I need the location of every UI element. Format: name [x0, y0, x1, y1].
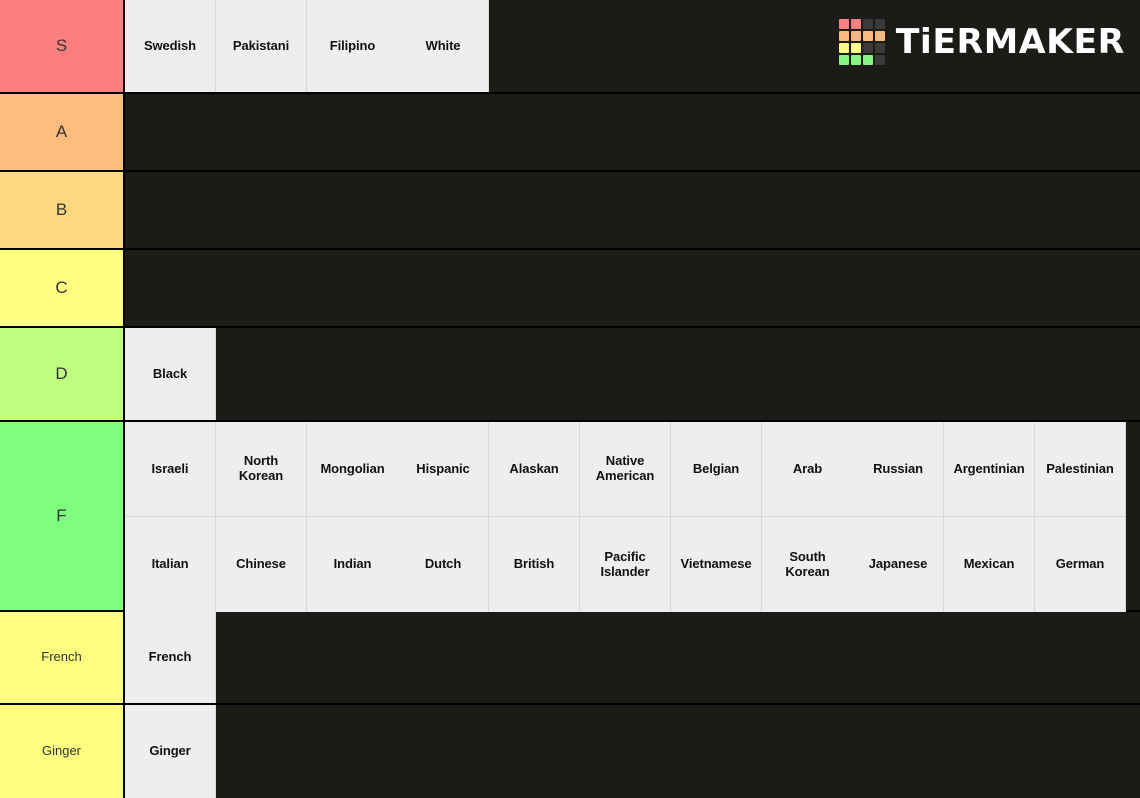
tier-list-board: S Swedish Pakistani Filipino White A B C… [0, 0, 1140, 798]
tier-items-f-line2: Italian Chinese Indian Dutch British Pac… [125, 517, 1140, 612]
tier-items-c[interactable] [125, 250, 1140, 326]
tier-row-ginger: Ginger Ginger [0, 705, 1140, 798]
logo-swatch-12 [839, 55, 850, 65]
tier-item[interactable]: Mexican [944, 517, 1035, 612]
tier-item[interactable]: Mongolian [307, 422, 398, 517]
tier-item[interactable]: Black [125, 328, 216, 420]
tier-row-f: F Israeli North Korean Mongolian Hispani… [0, 422, 1140, 612]
tier-item[interactable]: Italian [125, 517, 216, 612]
tier-row-french: French French [0, 612, 1140, 705]
logo-swatch-8 [839, 43, 850, 53]
tier-item[interactable]: Ginger [125, 705, 216, 798]
tier-item[interactable]: German [1035, 517, 1126, 612]
logo-swatch-6 [863, 31, 874, 41]
tier-item[interactable]: French [125, 612, 216, 703]
tier-label-ginger[interactable]: Ginger [0, 705, 125, 798]
tier-row-d: D Black [0, 328, 1140, 422]
logo-swatch-0 [839, 19, 850, 29]
tier-item[interactable]: Arab [762, 422, 853, 517]
tier-item[interactable]: Palestinian [1035, 422, 1126, 517]
logo-swatch-9 [851, 43, 862, 53]
logo-swatch-15 [875, 55, 886, 65]
logo-swatch-3 [875, 19, 886, 29]
tier-items-a[interactable] [125, 94, 1140, 170]
tiermaker-logo-grid-icon [839, 19, 886, 65]
tier-label-a[interactable]: A [0, 94, 125, 170]
tier-item[interactable]: Israeli [125, 422, 216, 517]
tier-item[interactable]: South Korean [762, 517, 853, 612]
tier-row-a: A [0, 94, 1140, 172]
logo-swatch-5 [851, 31, 862, 41]
tier-item[interactable]: Swedish [125, 0, 216, 92]
logo-swatch-2 [863, 19, 874, 29]
tier-item[interactable]: North Korean [216, 422, 307, 517]
tier-item[interactable]: Russian [853, 422, 944, 517]
tier-item[interactable]: White [398, 0, 489, 92]
tier-label-c[interactable]: C [0, 250, 125, 326]
logo-swatch-13 [851, 55, 862, 65]
tier-item[interactable]: Belgian [671, 422, 762, 517]
logo-swatch-10 [863, 43, 874, 53]
tier-items-b[interactable] [125, 172, 1140, 248]
tier-item[interactable]: Native American [580, 422, 671, 517]
tier-items-d[interactable]: Black [125, 328, 1140, 420]
tier-items-ginger[interactable]: Ginger [125, 705, 1140, 798]
tier-item[interactable]: Dutch [398, 517, 489, 612]
tiermaker-logo: TiERMAKER [839, 18, 1126, 66]
tier-items-french[interactable]: French [125, 612, 1140, 703]
tier-item[interactable]: Chinese [216, 517, 307, 612]
tiermaker-wordmark: TiERMAKER [896, 22, 1126, 62]
tier-row-c: C [0, 250, 1140, 328]
tier-item[interactable]: Alaskan [489, 422, 580, 517]
tier-item[interactable]: Japanese [853, 517, 944, 612]
tier-item[interactable]: Indian [307, 517, 398, 612]
tier-item[interactable]: Argentinian [944, 422, 1035, 517]
tier-item[interactable]: Pacific Islander [580, 517, 671, 612]
logo-swatch-7 [875, 31, 886, 41]
tier-item[interactable]: Filipino [307, 0, 398, 92]
tier-items-f-line1: Israeli North Korean Mongolian Hispanic … [125, 422, 1140, 517]
logo-swatch-11 [875, 43, 886, 53]
tier-items-f-stack: Israeli North Korean Mongolian Hispanic … [125, 422, 1140, 612]
logo-swatch-4 [839, 31, 850, 41]
tier-label-b[interactable]: B [0, 172, 125, 248]
tier-item[interactable]: Hispanic [398, 422, 489, 517]
tier-item[interactable]: British [489, 517, 580, 612]
tier-label-french[interactable]: French [0, 612, 125, 703]
tier-label-d[interactable]: D [0, 328, 125, 420]
tier-row-b: B [0, 172, 1140, 250]
logo-swatch-14 [863, 55, 874, 65]
tier-label-f[interactable]: F [0, 422, 125, 610]
logo-swatch-1 [851, 19, 862, 29]
tier-items-f[interactable]: Israeli North Korean Mongolian Hispanic … [125, 422, 1140, 612]
tier-item[interactable]: Vietnamese [671, 517, 762, 612]
tier-label-s[interactable]: S [0, 0, 125, 92]
tier-item[interactable]: Pakistani [216, 0, 307, 92]
